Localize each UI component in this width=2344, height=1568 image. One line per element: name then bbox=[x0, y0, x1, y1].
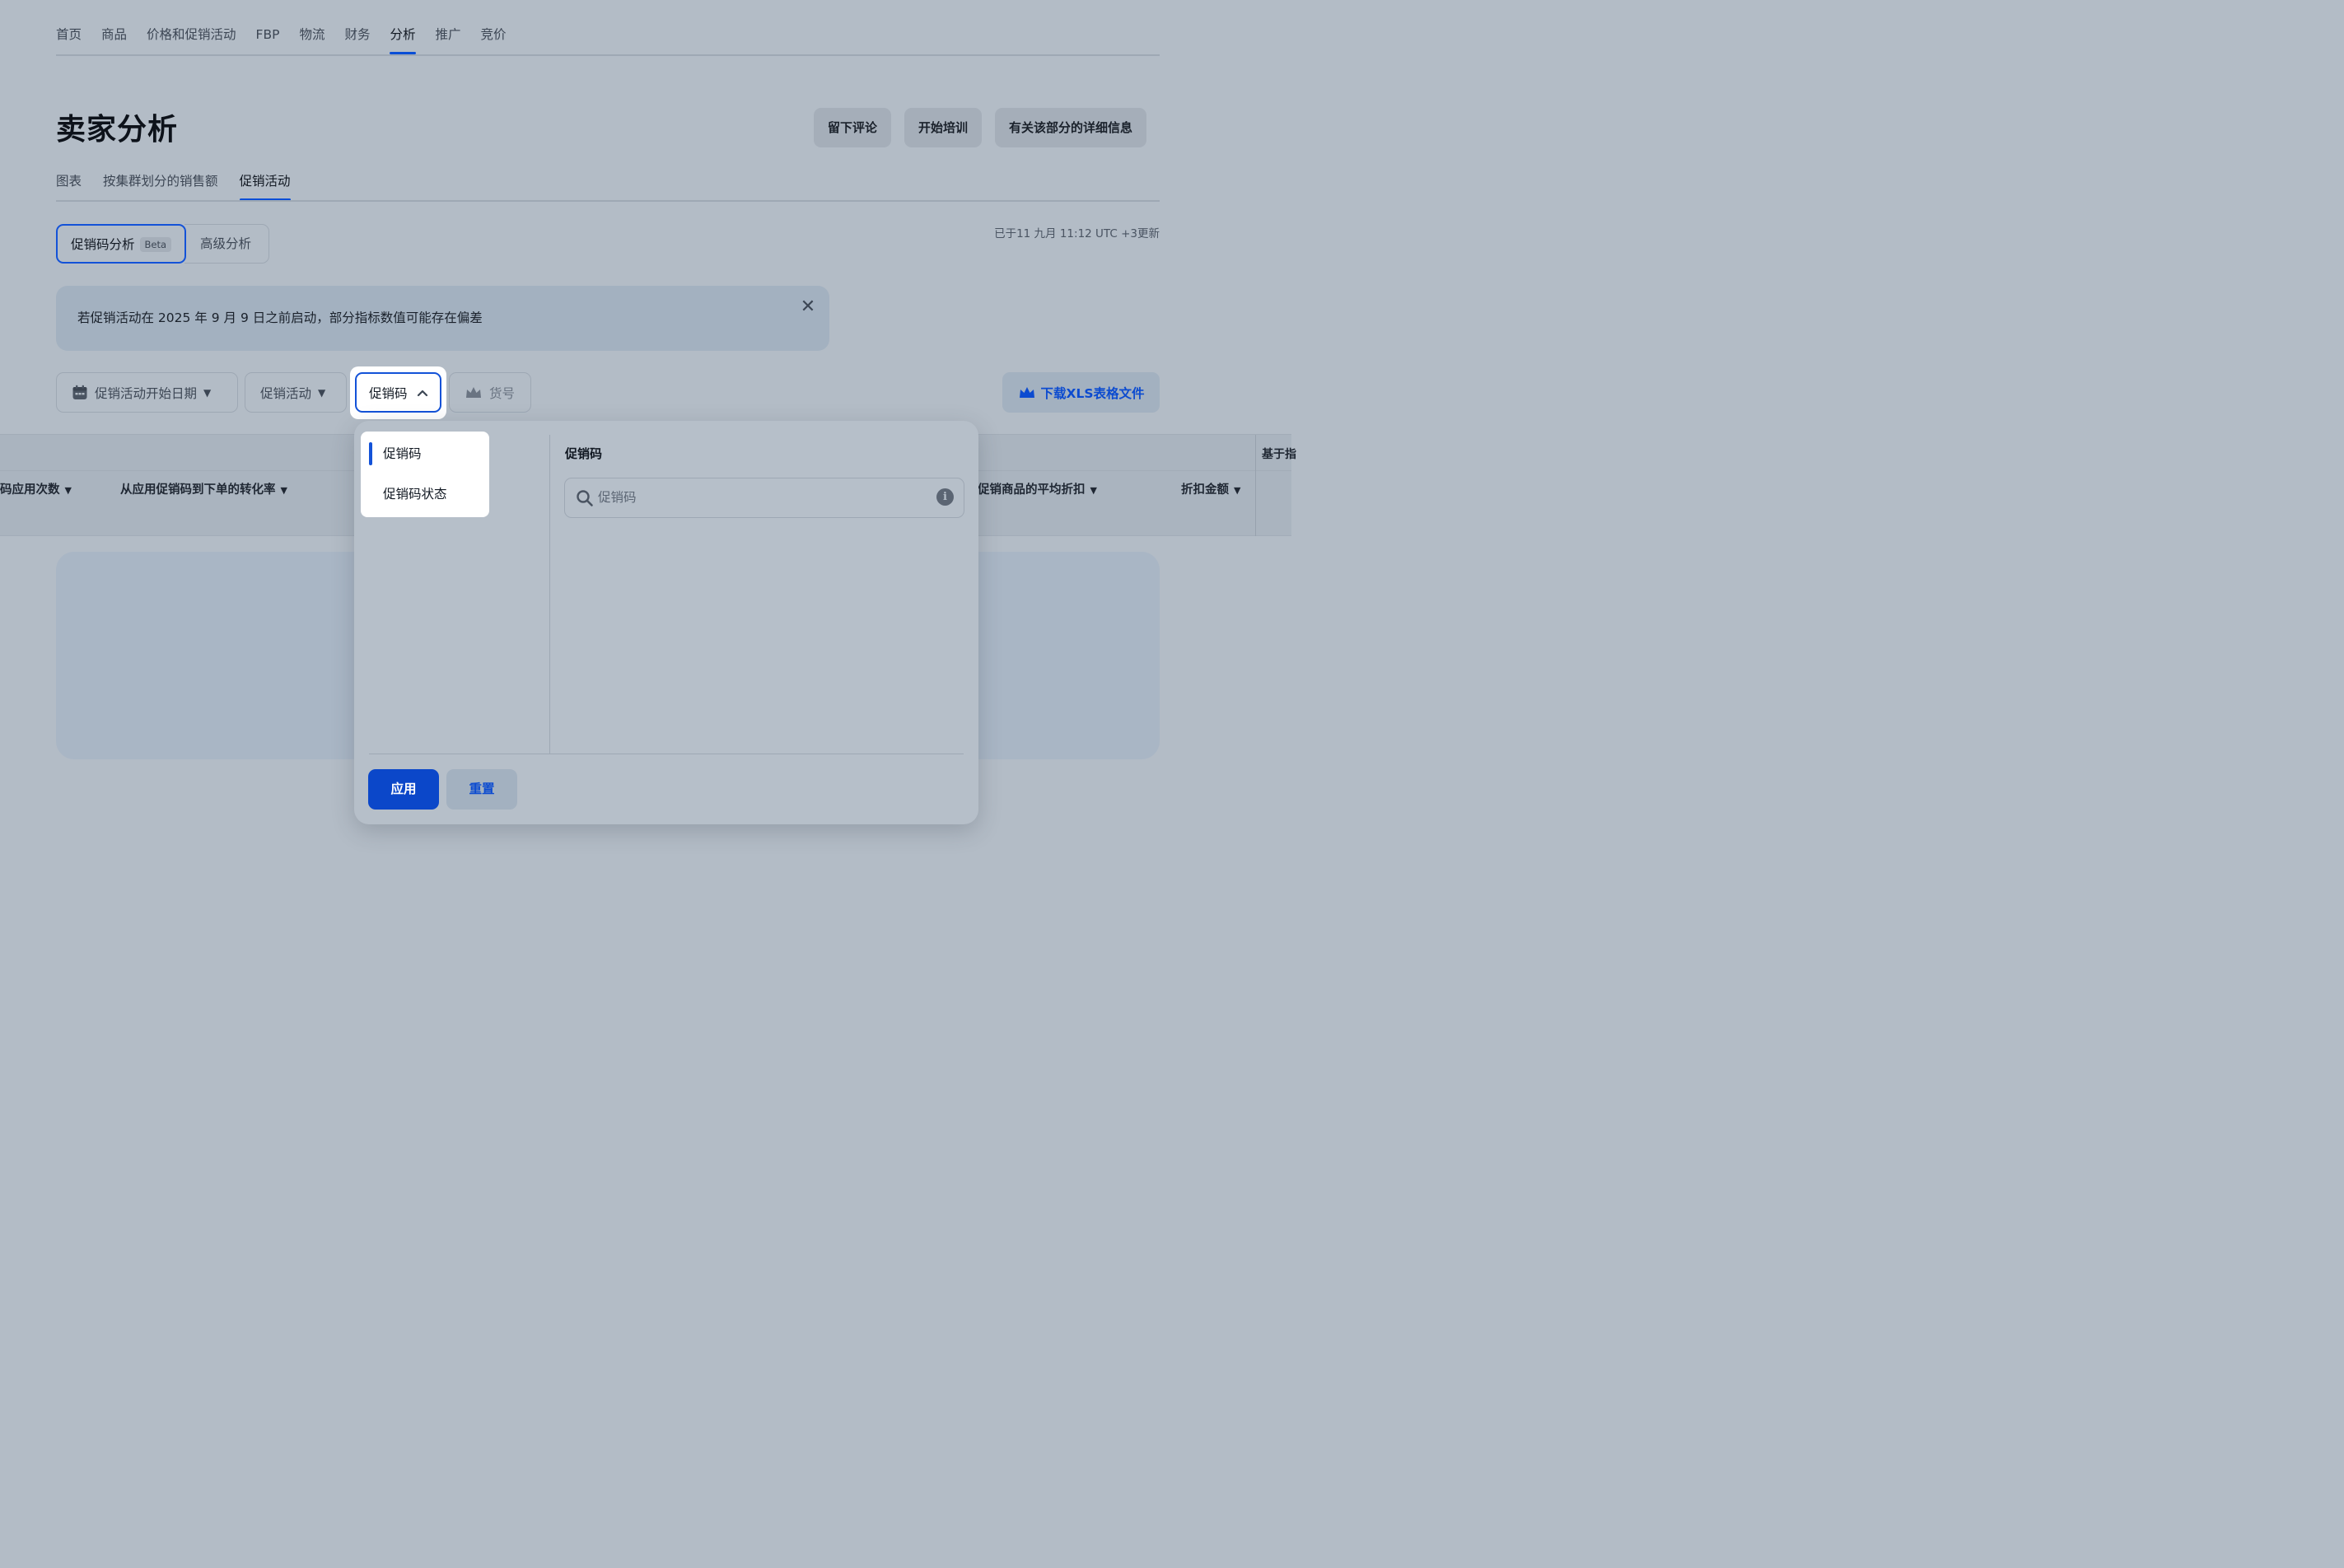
popup-section-label: 促销码 bbox=[565, 446, 603, 461]
table-group-header: 基于指 bbox=[1262, 448, 1296, 461]
tab-sales-by-cluster[interactable]: 按集群划分的销售额 bbox=[103, 170, 218, 201]
nav-item-products[interactable]: 商品 bbox=[101, 23, 127, 53]
beta-badge: Beta bbox=[139, 237, 172, 252]
tab-promotions[interactable]: 促销活动 bbox=[239, 170, 291, 201]
popup-divider-vertical bbox=[549, 435, 550, 754]
nav-item-promotion[interactable]: 推广 bbox=[436, 23, 461, 53]
table-column-divider bbox=[1255, 435, 1256, 536]
column-header-discount-amount[interactable]: 折扣金额 ▼ bbox=[1181, 480, 1240, 497]
apply-button[interactable]: 应用 bbox=[368, 769, 439, 810]
chevron-down-icon: ▼ bbox=[203, 386, 212, 399]
campaign-filter-label: 促销活动 bbox=[260, 385, 312, 401]
promo-code-analytics-label: 促销码分析 bbox=[71, 237, 135, 252]
tab-charts[interactable]: 图表 bbox=[56, 170, 82, 201]
popup-menu-item-promo-code-status[interactable]: 促销码状态 bbox=[369, 480, 484, 508]
sub-tabs: 图表 按集群划分的销售额 促销活动 bbox=[56, 170, 291, 201]
promo-code-filter[interactable]: 促销码 bbox=[355, 372, 441, 413]
popup-menu-item-promo-code[interactable]: 促销码 bbox=[369, 440, 484, 468]
nav-item-finance[interactable]: 财务 bbox=[344, 23, 370, 53]
column-header-label: 从应用促销码到下单的转化率 bbox=[120, 483, 276, 497]
top-nav-divider bbox=[56, 54, 1160, 56]
crown-icon bbox=[1019, 386, 1034, 398]
crown-icon bbox=[466, 386, 481, 398]
column-header-label: 码应用次数 bbox=[0, 483, 60, 497]
start-training-button[interactable]: 开始培训 bbox=[904, 108, 983, 147]
chevron-down-icon: ▼ bbox=[1090, 485, 1097, 496]
chevron-down-icon: ▼ bbox=[318, 386, 326, 399]
column-header-conversion[interactable]: 从应用促销码到下单的转化率 ▼ bbox=[120, 480, 287, 497]
reset-button[interactable]: 重置 bbox=[446, 769, 517, 810]
info-icon[interactable]: i bbox=[936, 488, 954, 506]
nav-item-prices-promotions[interactable]: 价格和促销活动 bbox=[147, 23, 236, 53]
column-header-label: 促销商品的平均折扣 bbox=[978, 483, 1086, 497]
download-xls-button[interactable]: 下载XLS表格文件 bbox=[1002, 372, 1160, 413]
sub-tabs-divider bbox=[56, 200, 1160, 202]
page-title: 卖家分析 bbox=[56, 113, 179, 147]
promo-code-analytics-toggle[interactable]: 促销码分析 Beta bbox=[56, 224, 187, 264]
promo-code-search-input[interactable] bbox=[598, 484, 927, 511]
column-header-label: 折扣金额 bbox=[1181, 483, 1229, 497]
chevron-down-icon: ▼ bbox=[1234, 485, 1241, 496]
close-icon[interactable]: ✕ bbox=[799, 298, 817, 316]
updated-timestamp: 已于11 九月 11:12 UTC +3更新 bbox=[994, 227, 1160, 240]
chevron-up-icon bbox=[417, 390, 428, 396]
advanced-analytics-toggle[interactable]: 高级分析 bbox=[184, 224, 269, 264]
sku-filter-label: 货号 bbox=[489, 385, 516, 401]
nav-item-fbp[interactable]: FBP bbox=[256, 23, 280, 53]
sku-filter[interactable]: 货号 bbox=[449, 372, 531, 413]
start-date-filter-label: 促销活动开始日期 bbox=[95, 385, 198, 401]
nav-item-bidding[interactable]: 竞价 bbox=[481, 23, 507, 53]
start-date-filter[interactable]: 促销活动开始日期 ▼ bbox=[56, 372, 238, 413]
column-header-average-discount[interactable]: 促销商品的平均折扣 ▼ bbox=[978, 480, 1097, 497]
nav-item-analytics[interactable]: 分析 bbox=[390, 23, 416, 54]
top-nav: 首页 商品 价格和促销活动 FBP 物流 财务 分析 推广 竞价 bbox=[56, 23, 507, 56]
calendar-icon bbox=[72, 385, 87, 399]
search-icon bbox=[577, 490, 593, 506]
campaign-filter[interactable]: 促销活动 ▼ bbox=[245, 372, 347, 413]
info-banner-text: 若促销活动在 2025 年 9 月 9 日之前启动，部分指标数值可能存在偏差 bbox=[77, 310, 483, 325]
column-header-applications[interactable]: 码应用次数 ▼ bbox=[0, 480, 72, 497]
download-xls-label: 下载XLS表格文件 bbox=[1040, 385, 1145, 401]
section-details-button[interactable]: 有关该部分的详细信息 bbox=[995, 108, 1147, 147]
nav-item-home[interactable]: 首页 bbox=[56, 23, 82, 53]
leave-feedback-button[interactable]: 留下评论 bbox=[814, 108, 892, 147]
nav-item-logistics[interactable]: 物流 bbox=[299, 23, 325, 53]
chevron-down-icon: ▼ bbox=[280, 485, 287, 496]
promo-code-filter-label: 促销码 bbox=[369, 385, 408, 401]
chevron-down-icon: ▼ bbox=[64, 485, 72, 496]
